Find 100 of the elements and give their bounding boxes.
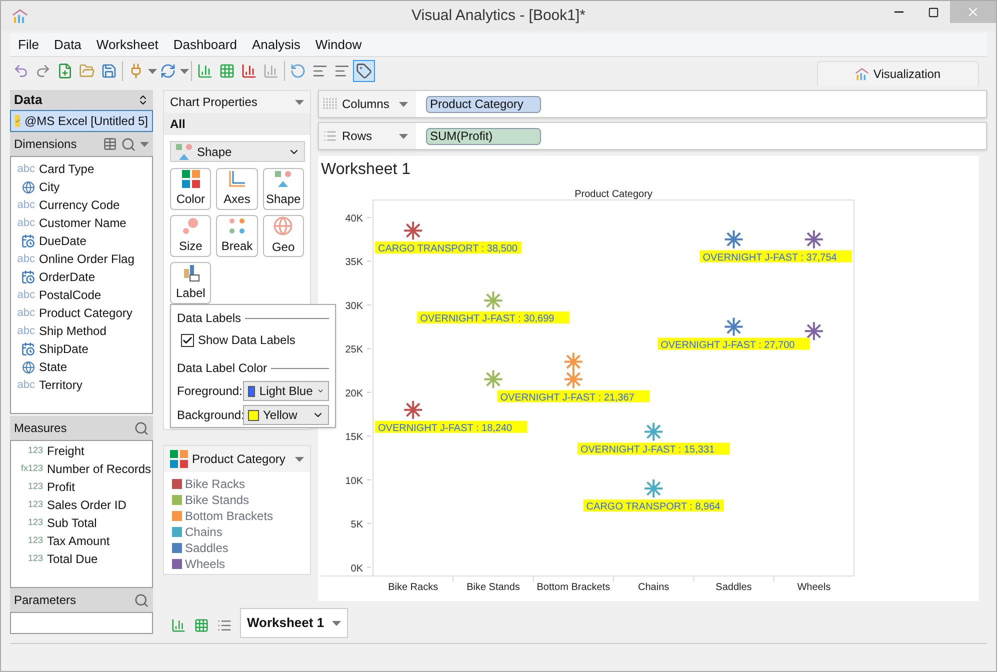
dimension-item[interactable]: Online Order Flag xyxy=(39,250,134,268)
dimension-item[interactable]: Ship Method xyxy=(39,322,106,340)
dimension-item[interactable]: DueDate xyxy=(39,232,86,250)
dimension-item[interactable]: Currency Code xyxy=(39,196,120,214)
dimension-item[interactable]: OrderDate xyxy=(39,268,96,286)
color-select[interactable]: Light Blue xyxy=(243,381,329,401)
table-icon xyxy=(103,137,117,151)
chart-property-button[interactable]: Shape xyxy=(262,168,304,210)
chart-icon xyxy=(263,63,279,79)
number-type-icon: 123 xyxy=(15,444,43,458)
chart-property-button[interactable]: Color xyxy=(170,168,212,210)
data-source-item[interactable]: @MS Excel [Untitled 5] xyxy=(10,110,153,132)
dropdown-caret-icon xyxy=(399,134,408,138)
data-label: OVERNIGHT J-FAST : 21,367 xyxy=(497,390,650,404)
shelf-label: Rows xyxy=(342,128,372,145)
section-title: Parameters xyxy=(14,592,76,609)
color-select[interactable]: Yellow xyxy=(243,405,329,425)
panel-title: Chart Properties xyxy=(170,94,258,111)
sort-icon xyxy=(312,63,328,79)
y-tick-label: 30K xyxy=(345,300,363,312)
group-title: Data Labels xyxy=(177,310,242,327)
legend-item: Bottom Brackets xyxy=(185,508,274,525)
visualization-tab[interactable]: Visualization xyxy=(817,61,979,86)
menu-item[interactable]: File xyxy=(18,34,39,54)
chart-property-button[interactable]: Geo xyxy=(262,215,304,257)
number-type-icon: 123 xyxy=(15,498,43,512)
add-worksheet-icon[interactable] xyxy=(171,618,186,632)
measure-item[interactable]: Sub Total xyxy=(47,514,97,532)
chart-property-button[interactable]: Size xyxy=(170,215,212,257)
y-tick-label: 15K xyxy=(345,432,363,444)
y-tick-label: 10K xyxy=(345,476,363,487)
annotation: OVERNIGHT J-FAST : 37,754 xyxy=(702,252,838,264)
field-pill[interactable]: SUM(Profit) xyxy=(426,128,541,144)
y-tick-label: 40K xyxy=(345,214,363,224)
x-tick-label: Saddles xyxy=(716,582,752,593)
worksheet-title: Worksheet 1 xyxy=(321,160,412,180)
folder-icon xyxy=(79,63,95,79)
y-tick-label: 25K xyxy=(345,344,363,356)
dimension-item[interactable]: PostalCode xyxy=(39,286,102,304)
data-label: CARGO TRANSPORT : 8,964 xyxy=(583,500,724,513)
chart-title: Product Category xyxy=(574,189,652,200)
list-icon[interactable] xyxy=(217,618,232,632)
measure-item[interactable]: Total Due xyxy=(47,550,98,568)
window-title: Visual Analytics - [Book1]* xyxy=(412,6,586,26)
group-title: Data Label Color xyxy=(177,360,268,377)
chart-property-button[interactable]: Axes xyxy=(216,168,258,210)
measure-item[interactable]: Number of Records xyxy=(47,460,152,478)
number-type-icon: 123 xyxy=(15,552,43,566)
y-tick-label: 20K xyxy=(345,388,363,400)
shelf-label: Columns xyxy=(342,96,390,113)
add-grid-icon xyxy=(219,63,235,79)
asterisk-marker xyxy=(403,220,424,241)
shapes-icon xyxy=(175,142,193,160)
menu-item[interactable]: Worksheet xyxy=(96,34,158,54)
swap-icon xyxy=(290,63,306,79)
measure-item[interactable]: Sales Order ID xyxy=(47,496,126,514)
add-chart-icon xyxy=(197,63,213,79)
checkbox-label: Show Data Labels xyxy=(198,332,296,349)
x-tick-label: Bottom Brackets xyxy=(536,582,610,593)
toolbar-button[interactable] xyxy=(353,60,375,82)
data-label: OVERNIGHT J-FAST : 30,699 xyxy=(417,312,570,325)
menu-item[interactable]: Data xyxy=(54,34,82,54)
dimension-item[interactable]: State xyxy=(39,358,68,376)
menu-item[interactable]: Dashboard xyxy=(173,34,237,54)
number-type-icon: 123 xyxy=(15,534,43,548)
y-tick-label: 5K xyxy=(350,520,363,531)
data-label: OVERNIGHT J-FAST : 15,331 xyxy=(577,442,730,456)
caret-icon xyxy=(180,68,188,74)
menu-item[interactable]: Analysis xyxy=(252,34,300,54)
field-pill[interactable]: Product Category xyxy=(426,96,541,112)
dimension-item[interactable]: Product Category xyxy=(39,304,132,322)
dimension-item[interactable]: ShipDate xyxy=(39,340,88,358)
asterisk-marker xyxy=(483,290,504,311)
menu-item[interactable]: Window xyxy=(315,34,362,54)
dimension-item[interactable]: Territory xyxy=(39,376,82,394)
dimension-item[interactable]: City xyxy=(39,178,60,196)
remove-chart-icon xyxy=(241,63,257,79)
measure-item[interactable]: Freight xyxy=(47,442,84,460)
calendar-icon xyxy=(21,234,35,248)
scope-label: All xyxy=(170,116,186,133)
label-icon xyxy=(356,63,372,79)
measure-item[interactable]: Profit xyxy=(47,478,76,496)
app-logo-icon xyxy=(855,67,870,81)
dimension-item[interactable]: Card Type xyxy=(39,160,94,178)
dimension-item[interactable]: Customer Name xyxy=(39,214,126,232)
chart-property-button[interactable]: Break xyxy=(216,215,258,257)
globe-icon xyxy=(22,360,35,374)
annotation: OVERNIGHT J-FAST : 30,699 xyxy=(420,314,555,325)
mark-type-select[interactable]: Shape xyxy=(170,141,305,162)
sort-icon xyxy=(334,63,350,79)
add-dashboard-icon[interactable] xyxy=(194,618,209,632)
measure-item[interactable]: Tax Amount xyxy=(47,532,110,550)
show-labels-checkbox[interactable] xyxy=(181,334,194,346)
sheet-tab[interactable]: Worksheet 1 xyxy=(240,608,348,638)
chart-property-button[interactable]: Label xyxy=(170,262,212,304)
size-circles-icon xyxy=(182,217,200,235)
dropdown-caret-icon xyxy=(140,142,149,146)
data-label: CARGO TRANSPORT : 38,500 xyxy=(375,242,522,255)
asterisk-marker xyxy=(563,352,584,372)
x-tick-label: Chains xyxy=(638,582,670,593)
